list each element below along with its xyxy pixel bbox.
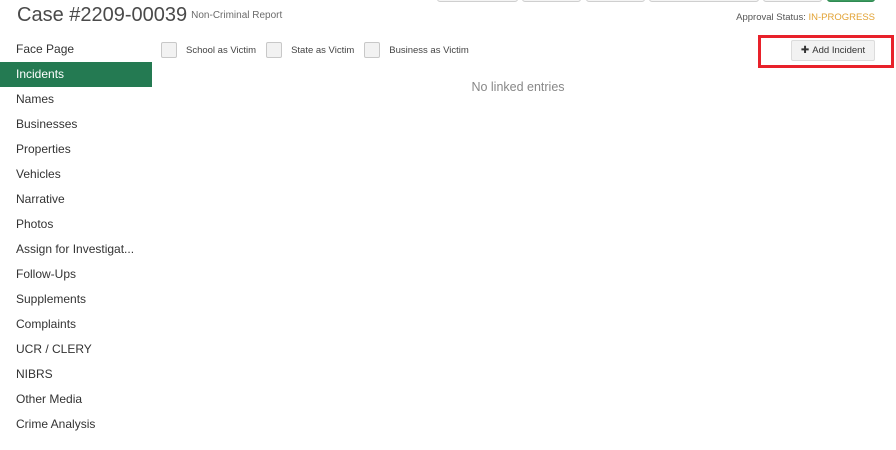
sidebar-item-face-page[interactable]: Face Page (0, 37, 152, 62)
toolbar-button[interactable] (437, 0, 518, 2)
filter-business-as-victim[interactable]: Business as Victim (364, 42, 469, 58)
filter-label: School as Victim (186, 44, 257, 56)
sidebar-item-follow-ups[interactable]: Follow-Ups (0, 262, 152, 287)
business-as-victim-checkbox[interactable] (364, 42, 381, 58)
toolbar-button[interactable] (649, 0, 759, 2)
sidebar-item-crime-analysis[interactable]: Crime Analysis (0, 412, 152, 437)
toolbar-button[interactable] (763, 0, 822, 2)
empty-state-message: No linked entries (471, 80, 565, 94)
school-as-victim-checkbox[interactable] (161, 42, 177, 58)
case-page: Case #2209-00039 Non-Criminal Report Appr… (0, 0, 896, 450)
case-type: Non-Criminal Report (191, 10, 283, 21)
sidebar-item-nibrs[interactable]: NIBRS (0, 362, 152, 387)
approval-status: Approval Status: IN-PROGRESS (736, 12, 875, 23)
sidebar-item-other-media[interactable]: Other Media (0, 387, 152, 412)
sidebar-item-names[interactable]: Names (0, 87, 152, 112)
sidebar-item-ucr-clery[interactable]: UCR / CLERY (0, 337, 152, 362)
case-number: Case #2209-00039 (17, 4, 188, 26)
victim-filters: School as Victim State as Victim Busines… (161, 41, 479, 59)
state-as-victim-checkbox[interactable] (266, 42, 283, 58)
add-incident-button[interactable]: ✚ Add Incident (791, 40, 875, 61)
filter-label: State as Victim (291, 44, 355, 56)
status-badge: IN-PROGRESS (808, 12, 875, 23)
sidebar-item-photos[interactable]: Photos (0, 212, 152, 237)
toolbar-primary-button[interactable] (827, 0, 875, 2)
sidebar-item-assign-for-investigation[interactable]: Assign for Investigat... (0, 237, 152, 262)
sidebar-item-narrative[interactable]: Narrative (0, 187, 152, 212)
sidebar-item-properties[interactable]: Properties (0, 137, 152, 162)
sidebar-item-complaints[interactable]: Complaints (0, 312, 152, 337)
plus-icon: ✚ (800, 45, 810, 56)
filter-school-as-victim[interactable]: School as Victim (161, 42, 256, 58)
page-title: Case #2209-00039 Non-Criminal Report (17, 3, 282, 28)
sidebar-item-incidents[interactable]: Incidents (0, 62, 152, 87)
toolbar-button[interactable] (586, 0, 645, 2)
sidebar-item-businesses[interactable]: Businesses (0, 112, 152, 137)
approval-label: Approval Status: (736, 12, 809, 23)
toolbar-button[interactable] (522, 0, 581, 2)
sidebar-item-vehicles[interactable]: Vehicles (0, 162, 152, 187)
sidebar: Face Page Incidents Names Businesses Pro… (0, 37, 152, 437)
filter-label: Business as Victim (389, 44, 469, 56)
filter-state-as-victim[interactable]: State as Victim (266, 42, 354, 58)
add-incident-label: Add Incident (812, 45, 866, 56)
sidebar-item-supplements[interactable]: Supplements (0, 287, 152, 312)
